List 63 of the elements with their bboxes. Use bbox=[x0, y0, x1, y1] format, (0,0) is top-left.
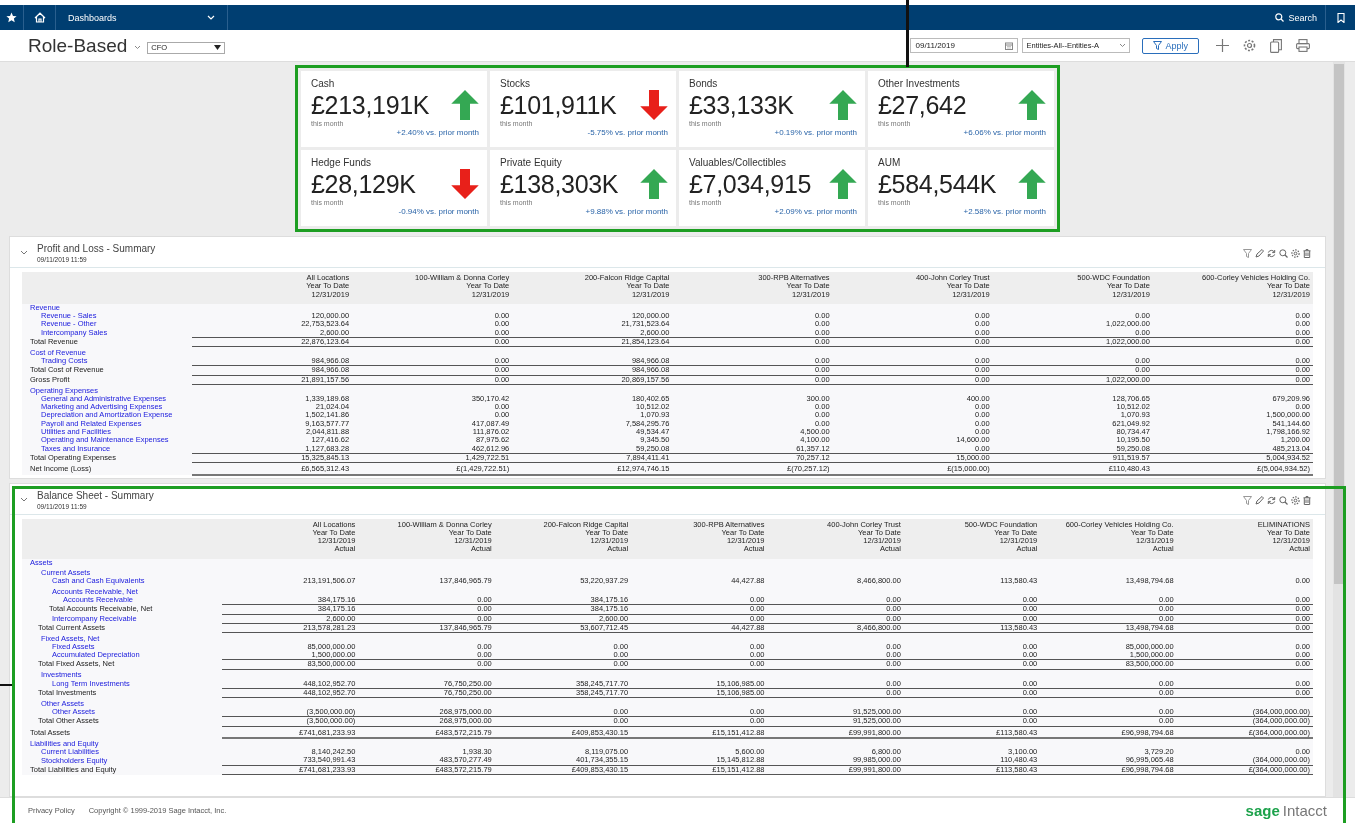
caret-icon[interactable] bbox=[134, 45, 142, 50]
home-icon[interactable] bbox=[33, 12, 46, 23]
kpi-label: Valuables/Collectibles bbox=[689, 157, 788, 168]
kpi-change: +9.88% vs. prior month bbox=[584, 207, 668, 216]
kpi-change: +6.06% vs. prior month bbox=[962, 128, 1046, 137]
dashboards-menu[interactable]: Dashboards bbox=[56, 5, 228, 30]
kpi-value: £33,133K bbox=[689, 90, 794, 120]
kpi-value: £138,303K bbox=[500, 169, 619, 199]
kpi-value: £27,642 bbox=[878, 90, 967, 120]
trash-icon[interactable] bbox=[1303, 495, 1311, 505]
report-title: Profit and Loss - Summary bbox=[37, 243, 156, 254]
refresh-icon[interactable] bbox=[1267, 495, 1276, 505]
trash-icon[interactable] bbox=[1303, 249, 1311, 258]
settings-icon[interactable] bbox=[1243, 39, 1256, 52]
pencil-icon[interactable] bbox=[1255, 249, 1264, 258]
kpi-value: £101,911K bbox=[500, 90, 617, 120]
apply-button[interactable]: Apply bbox=[1142, 37, 1199, 54]
kpi-change: -5.75% vs. prior month bbox=[586, 128, 668, 137]
filter-icon[interactable] bbox=[1243, 249, 1252, 258]
kpi-change: +2.09% vs. prior month bbox=[773, 207, 857, 216]
kpi-value: £584,544K bbox=[878, 169, 997, 199]
print-icon[interactable] bbox=[1296, 39, 1310, 52]
caret-icon bbox=[214, 45, 222, 50]
brand-logo: sage Intacct bbox=[1245, 802, 1327, 819]
kpi-label: Private Equity bbox=[500, 157, 563, 168]
copy-icon[interactable] bbox=[1270, 38, 1282, 53]
kpi-change: -0.94% vs. prior month bbox=[397, 207, 479, 216]
pencil-icon[interactable] bbox=[1255, 495, 1264, 505]
chevron-icon[interactable] bbox=[20, 496, 28, 502]
kpi-label: Hedge Funds bbox=[311, 157, 373, 168]
refresh-icon[interactable] bbox=[1267, 249, 1276, 258]
bookmark-icon[interactable] bbox=[1336, 12, 1345, 23]
kpi-label: Cash bbox=[311, 78, 336, 89]
date-field[interactable]: 09/11/2019 bbox=[910, 38, 1019, 53]
kpi-label: Stocks bbox=[500, 78, 531, 89]
page-title: Role-Based bbox=[28, 34, 128, 57]
callout-line bbox=[0, 684, 12, 686]
scrollbar[interactable] bbox=[1333, 62, 1345, 797]
caret-icon bbox=[207, 15, 215, 20]
kpi-change: +2.58% vs. prior month bbox=[962, 207, 1046, 216]
kpi-change: +0.19% vs. prior month bbox=[773, 128, 857, 137]
kpi-label: AUM bbox=[878, 157, 902, 168]
filter-icon bbox=[1153, 41, 1163, 50]
report-title: Balance Sheet - Summary bbox=[37, 489, 154, 501]
settings-icon[interactable] bbox=[1291, 249, 1300, 258]
star-icon[interactable] bbox=[6, 12, 17, 23]
filter-icon[interactable] bbox=[1243, 495, 1252, 505]
caret-icon bbox=[1119, 43, 1127, 48]
search-button[interactable]: Search bbox=[1267, 5, 1325, 30]
chevron-icon[interactable] bbox=[20, 250, 28, 255]
search-icon[interactable] bbox=[1279, 495, 1288, 505]
kpi-label: Bonds bbox=[689, 78, 719, 89]
settings-icon[interactable] bbox=[1291, 495, 1300, 505]
calendar-icon bbox=[1005, 41, 1014, 50]
kpi-value: £28,129K bbox=[311, 169, 416, 199]
plus-icon[interactable] bbox=[1216, 39, 1229, 52]
search-icon bbox=[1275, 13, 1285, 22]
callout-line bbox=[906, 0, 909, 67]
kpi-value: £213,191K bbox=[311, 90, 430, 120]
kpi-change: +2.40% vs. prior month bbox=[395, 128, 479, 137]
search-icon[interactable] bbox=[1279, 249, 1288, 258]
kpi-value: £7,034,915 bbox=[689, 169, 812, 199]
kpi-label: Other Investments bbox=[878, 78, 961, 89]
